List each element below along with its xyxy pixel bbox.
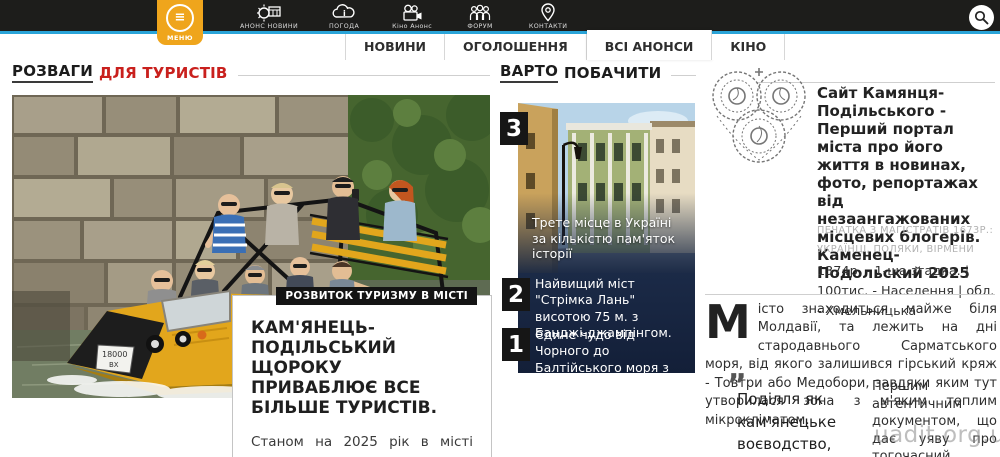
- seal-caption: ПЕЧАТКА З МАГІСТРАТІВ 1673Р.: УКРАЇНЦІ, …: [817, 225, 994, 255]
- hamburger-menu-icon: ≡: [166, 3, 194, 32]
- main-article-card[interactable]: РОЗВИТОК ТУРИЗМУ В МІСТІ КАМ'ЯНЕЦЬ-ПОДІЛ…: [232, 287, 492, 457]
- article-headline: КАМ'ЯНЕЦЬ-ПОДІЛЬСЬКИЙ ЩОРОКУ ПРИВАБЛЮЄ В…: [251, 318, 438, 419]
- menu-button[interactable]: ≡ МЕНЮ: [157, 0, 203, 45]
- middle-section-title: ВАРТО: [500, 62, 559, 83]
- tab-novyny[interactable]: НОВИНИ: [345, 34, 445, 60]
- pullquote-text: Поділля як кам'янецьке воєводство, губер…: [737, 390, 837, 453]
- rank-badge-1: 1: [502, 328, 530, 361]
- middle-section-heading: ВАРТО ПОБАЧИТИ: [500, 62, 696, 83]
- weather-icon: i: [331, 4, 357, 22]
- header-item-label: ФОРУМ: [467, 23, 493, 30]
- news-announce-icon: [256, 4, 282, 22]
- must-see-item-3-text: Трете місце в Україні за кількістю пам'я…: [532, 215, 676, 262]
- rank-badge-3: 3: [500, 112, 528, 145]
- middle-section-title-rest: ПОБАЧИТИ: [564, 63, 662, 82]
- header-icon-nav: АНОНС НОВИНИ i ПОГОДА Кіно Анонс ФОРУМ К…: [240, 3, 570, 30]
- svg-text:i: i: [343, 9, 346, 18]
- search-icon: [974, 10, 989, 25]
- tab-ogoloshennya[interactable]: ОГОЛОШЕННЯ: [445, 34, 587, 60]
- article-body-text: Станом на 2025 рік в місті можна не тіль…: [251, 434, 473, 457]
- header-item-label: Кіно Анонс: [392, 23, 433, 30]
- license-plate-line2: ВХ: [109, 361, 119, 369]
- header-item-news-announce[interactable]: АНОНС НОВИНИ: [240, 3, 298, 30]
- heading-rule: [237, 75, 490, 76]
- header-item-weather[interactable]: i ПОГОДА: [322, 3, 366, 30]
- menu-button-label: МЕНЮ: [167, 33, 193, 42]
- rank-badge-2: 2: [502, 278, 530, 311]
- heading-rule: [671, 75, 696, 76]
- header-item-contacts[interactable]: КОНТАКТИ: [526, 3, 570, 30]
- drop-cap: М: [705, 295, 751, 349]
- must-see-item-1-text[interactable]: Єдине чудо від Чорного до Балтійського м…: [535, 327, 687, 408]
- left-section-title: РОЗВАГИ: [12, 62, 93, 83]
- search-button[interactable]: [969, 5, 994, 30]
- magistrate-seal-image: [703, 64, 815, 174]
- category-badge: РОЗВИТОК ТУРИЗМУ В МІСТІ: [276, 287, 477, 305]
- cinema-icon: [400, 4, 424, 22]
- header-item-label: ПОГОДА: [329, 23, 360, 30]
- page: ≡ МЕНЮ АНОНС НОВИНИ i ПОГОДА Кіно Анонс …: [0, 0, 1000, 457]
- header-item-forum[interactable]: ФОРУМ: [458, 3, 502, 30]
- left-section-heading: РОЗВАГИ ДЛЯ ТУРИСТІВ: [12, 62, 490, 83]
- old-town-photo: Трете місце в Україні за кількістю пам'я…: [518, 103, 695, 273]
- header-item-cinema[interactable]: Кіно Анонс: [390, 3, 434, 30]
- license-plate-line1: 18000: [102, 350, 127, 359]
- left-section-title-accent: ДЛЯ ТУРИСТІВ: [98, 63, 228, 82]
- forum-icon: [467, 4, 493, 22]
- section-tabs: НОВИНИ ОГОЛОШЕННЯ ВСІ АНОНСИ КІНО: [345, 30, 786, 60]
- tab-kino[interactable]: КІНО: [712, 34, 786, 60]
- contacts-icon: [539, 3, 557, 22]
- history-column-text: Першим автентичним документом, що дає уя…: [872, 379, 997, 457]
- header-item-label: АНОНС НОВИНИ: [240, 23, 299, 30]
- header-item-label: КОНТАКТИ: [528, 23, 568, 30]
- tab-vsi-anonsy[interactable]: ВСІ АНОНСИ: [586, 30, 713, 60]
